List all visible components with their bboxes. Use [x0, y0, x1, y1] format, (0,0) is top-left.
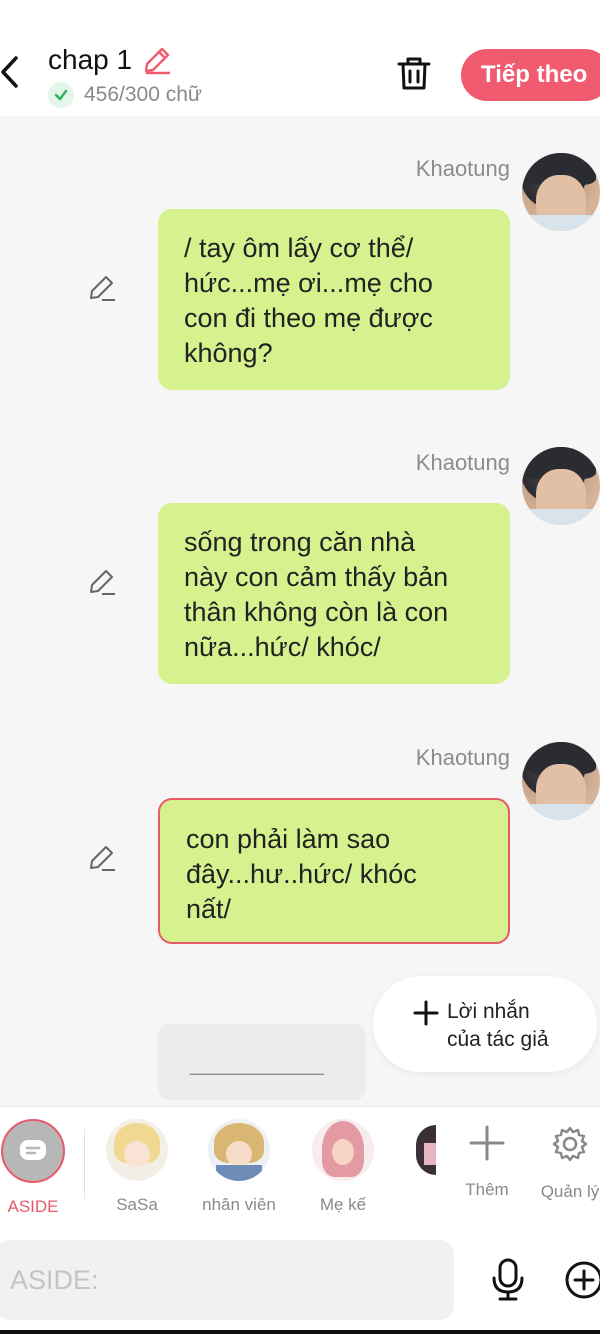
title-row: chap 1	[48, 42, 172, 78]
message-line: đây...hư..hức/ khóc	[186, 859, 417, 889]
edit-icon[interactable]	[88, 568, 116, 596]
gear-icon	[552, 1126, 588, 1162]
sender-name: Khaotung	[415, 450, 510, 475]
avatar[interactable]	[522, 153, 600, 231]
avatar	[208, 1119, 270, 1181]
bottom-divider	[0, 1330, 600, 1334]
message-line: con phải làm sao	[186, 824, 391, 854]
message-line: này con cảm thấy bản	[184, 562, 449, 592]
header-bar: chap 1 456/300 chữ Tiếp theo	[0, 0, 600, 116]
next-button[interactable]: Tiếp theo	[461, 49, 600, 101]
avatar[interactable]	[522, 742, 600, 820]
trash-icon[interactable]	[396, 54, 432, 92]
manage-button[interactable]: Quản lý	[530, 1125, 600, 1202]
divider	[84, 1129, 85, 1199]
message-line: con đi theo mẹ được	[184, 303, 433, 333]
author-note-button[interactable]: Lời nhắn của tác giả	[373, 976, 597, 1072]
character-label: Mẹ kế	[319, 1195, 367, 1214]
blank-line-text: ____________	[190, 1054, 324, 1076]
message-bubble[interactable]: / tay ôm lấy cơ thể/ hức...mẹ ơi...mẹ ch…	[158, 209, 510, 390]
plus-icon	[469, 1125, 505, 1161]
message-line: / tay ôm lấy cơ thể/	[184, 233, 414, 263]
character-label: nhân viên	[202, 1195, 276, 1214]
avatar[interactable]	[522, 447, 600, 525]
add-label: Thêm	[465, 1180, 509, 1199]
message-line: hức...mẹ ơi...mẹ cho	[184, 268, 433, 298]
character-label: SaSa	[116, 1195, 158, 1214]
word-count: 456/300 chữ	[84, 83, 202, 106]
pencil-icon[interactable]	[142, 45, 172, 75]
character-me-ke[interactable]: Mẹ kế	[298, 1119, 388, 1215]
word-count-row: 456/300 chữ	[48, 82, 202, 108]
add-character-button[interactable]: Thêm	[447, 1125, 527, 1200]
message-line: nữa...hức/ khóc/	[184, 632, 381, 662]
input-bar	[0, 1226, 600, 1334]
character-bar: ASIDE SaSa nhân viên Mẹ kế Thêm Quản lý	[0, 1106, 600, 1227]
back-icon[interactable]	[0, 52, 26, 92]
author-note-label-2: của tác giả	[447, 1028, 549, 1051]
message-bubble-selected[interactable]: con phải làm sao đây...hư..hức/ khóc nất…	[158, 798, 510, 944]
character-aside[interactable]: ASIDE	[0, 1119, 78, 1217]
avatar	[312, 1119, 374, 1181]
message-input[interactable]	[0, 1240, 454, 1320]
message-line: không?	[184, 338, 273, 368]
message-line: sống trong căn nhà	[184, 527, 416, 557]
character-nhan-vien[interactable]: nhân viên	[194, 1119, 284, 1215]
message-bubble[interactable]: sống trong căn nhà này con cảm thấy bản …	[158, 503, 510, 684]
manage-label: Quản lý	[540, 1182, 600, 1201]
sender-name: Khaotung	[415, 156, 510, 181]
avatar-partial[interactable]	[416, 1125, 436, 1175]
chat-icon	[1, 1119, 65, 1183]
character-sasa[interactable]: SaSa	[92, 1119, 182, 1215]
edit-icon[interactable]	[88, 274, 116, 302]
blank-message-box[interactable]: ____________	[158, 1024, 366, 1100]
add-circle-icon[interactable]	[564, 1260, 600, 1300]
avatar	[106, 1119, 168, 1181]
sender-name: Khaotung	[415, 745, 510, 770]
mic-icon[interactable]	[490, 1258, 526, 1302]
message-line: nất/	[186, 894, 232, 924]
author-note-label-1: Lời nhắn	[447, 1000, 530, 1023]
character-label: ASIDE	[7, 1197, 59, 1216]
plus-icon	[413, 1000, 439, 1026]
check-icon	[48, 82, 74, 108]
chapter-title: chap 1	[48, 44, 133, 75]
edit-icon[interactable]	[88, 844, 116, 872]
message-line: thân không còn là con	[184, 597, 449, 627]
